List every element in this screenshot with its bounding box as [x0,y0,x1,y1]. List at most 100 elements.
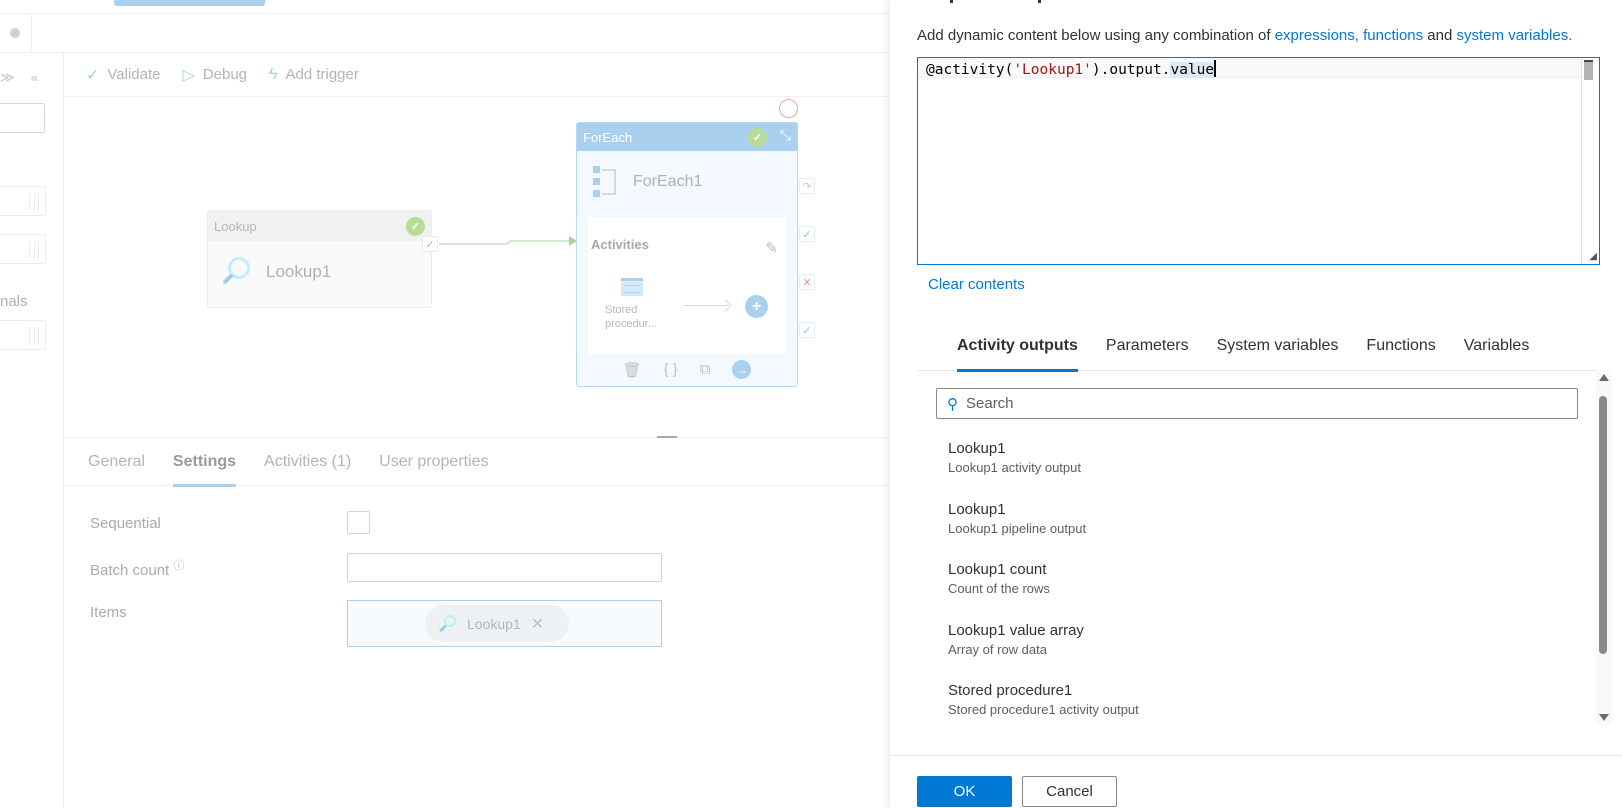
search-input[interactable]: ⚲ Search [936,388,1578,419]
on-failure-connector-icon[interactable]: ✕ [799,274,815,290]
ok-button[interactable]: OK [917,776,1012,807]
cancel-button[interactable]: Cancel [1022,776,1117,807]
resize-grip-icon[interactable]: ◢ [1589,251,1597,262]
remove-chip-icon[interactable]: ✕ [531,614,544,634]
list-item[interactable]: Lookup1 count Count of the rows [948,561,1568,622]
lookup-magnifier-icon [220,255,254,289]
scroll-down-icon[interactable] [1599,714,1609,721]
search-placeholder: Search [966,395,1014,412]
panel-divider [64,437,890,438]
expressions-functions-link[interactable]: expressions, functions [1275,27,1423,44]
items-dynamic-content-field[interactable]: Lookup1 ✕ [347,600,662,647]
validate-button[interactable]: ✓ Validate [86,65,161,85]
chip-label: Lookup1 [467,615,521,632]
expr-property-path: ).output. [1091,62,1171,78]
tab-variables[interactable]: Variables [1464,335,1530,371]
intro-text: Add dynamic content below using any comb… [917,27,1572,44]
item-title: Stored procedure1 [948,682,1073,699]
sequential-checkbox[interactable] [347,511,370,534]
expr-string: 'Lookup1' [1013,62,1092,78]
node-header: ForEach ✓ ⤡ [577,123,797,151]
on-success-connector-icon[interactable]: ✓ [799,226,815,242]
item-subtitle: Stored procedure1 activity output [948,702,1139,717]
batch-count-input[interactable] [347,553,662,582]
list-item[interactable]: Lookup1 Lookup1 pipeline output [948,501,1568,562]
add-trigger-button[interactable]: ϟ Add trigger [269,66,359,84]
item-title: Lookup1 count [948,561,1047,578]
collapse-all-icon[interactable]: ≫ « [0,69,44,86]
tab-system-variables[interactable]: System variables [1217,335,1339,371]
active-tab-indicator[interactable] [114,0,265,6]
sidebar-item[interactable] [0,234,46,264]
debug-label: Debug [202,66,248,83]
code-braces-icon[interactable]: { } [664,361,678,378]
add-activity-button[interactable]: + [745,295,768,318]
list-scrollbar[interactable] [1596,370,1612,725]
pipeline-editor: ≫ « nals ✓ Validate ▷ Debug ϟ Add trigge… [0,0,890,808]
stored-procedure-icon [621,278,643,296]
lookup-activity-node[interactable]: Lookup ✓ Lookup1 [207,210,432,308]
list-item[interactable]: Lookup1 value array Array of row data [948,622,1568,683]
scrollbar-thumb[interactable] [1599,396,1607,654]
footer-divider [890,755,1622,756]
sequential-label: Sequential [90,515,161,532]
tab-general[interactable]: General [88,450,145,486]
success-check-icon: ✓ [748,128,767,147]
tab-user-properties[interactable]: User properties [379,450,488,486]
drag-grip-icon[interactable] [29,193,39,211]
debug-button[interactable]: ▷ Debug [183,65,248,85]
status-dot-icon [10,28,20,38]
lightning-icon: ϟ [269,65,278,83]
on-success-connector-icon[interactable]: ✓ [422,236,438,252]
copy-icon[interactable]: ⧉ [700,361,711,378]
scrollbar-thumb[interactable] [1584,60,1593,80]
collapse-icon[interactable]: ⤡ [780,127,791,144]
divider [0,13,890,14]
item-subtitle: Lookup1 pipeline output [948,520,1087,536]
sidebar-item[interactable] [0,186,46,216]
system-variables-link[interactable]: system variables. [1457,27,1573,44]
node-name: Lookup1 [266,262,332,281]
item-subtitle: Count of the rows [948,581,1050,596]
foreach-activity-node[interactable]: ForEach ✓ ⤡ ForEach1 Activities ✎ Stored… [576,122,798,387]
node-name: ForEach1 [633,173,703,190]
item-title: Lookup1 value array [948,621,1084,639]
info-icon[interactable]: ⓘ [173,560,184,572]
sidebar-search-input[interactable] [0,103,45,133]
properties-tabs: General Settings Activities (1) User pro… [64,450,890,487]
edit-pencil-icon[interactable]: ✎ [765,239,778,257]
sidebar-category-label[interactable]: nals [0,293,28,310]
on-completion-connector-icon[interactable]: ✓ [799,322,815,338]
list-item[interactable]: Lookup1 Lookup1 activity output [948,440,1568,501]
tab-activity-outputs[interactable]: Activity outputs [957,335,1078,372]
list-item[interactable]: Stored procedure1 Stored procedure1 acti… [948,682,1568,743]
resize-handle[interactable] [657,436,677,438]
node-header: Lookup ✓ [208,211,431,241]
items-expression-chip[interactable]: Lookup1 ✕ [425,605,569,642]
inner-activity-label[interactable]: Stored procedur... [605,303,675,331]
clear-contents-link[interactable]: Clear contents [928,276,1025,293]
delete-icon[interactable]: 🗑 [623,361,642,379]
output-arrow-icon[interactable]: → [732,360,752,379]
success-check-icon: ✓ [406,217,425,236]
checkmark-icon: ✓ [86,66,100,84]
item-title: Lookup1 [948,440,1006,457]
drag-grip-icon[interactable] [29,327,39,345]
node-type-label: ForEach [583,129,633,145]
tab-settings[interactable]: Settings [172,450,237,487]
expression-editor[interactable]: @activity('Lookup1').output.value ◢ [917,57,1600,265]
validate-label: Validate [107,66,161,83]
dependency-link[interactable] [439,233,579,246]
pipeline-canvas[interactable]: Lookup ✓ Lookup1 ✓ ForEach ✓ ⤡ ForEach1 … [64,97,890,437]
tab-functions[interactable]: Functions [1366,335,1435,371]
activities-label: Activities [591,237,649,252]
pipeline-toolbar: ✓ Validate ▷ Debug ϟ Add trigger [64,53,890,97]
scroll-up-icon[interactable] [1599,374,1609,381]
skip-connector-icon[interactable]: ↷ [799,178,815,194]
drag-grip-icon[interactable] [29,241,39,259]
sidebar-item[interactable] [0,320,46,350]
tab-activities[interactable]: Activities (1) [264,450,351,486]
editor-scrollbar[interactable] [1581,58,1599,264]
expression-text[interactable]: @activity('Lookup1').output.value [926,60,1216,78]
tab-parameters[interactable]: Parameters [1106,335,1189,371]
